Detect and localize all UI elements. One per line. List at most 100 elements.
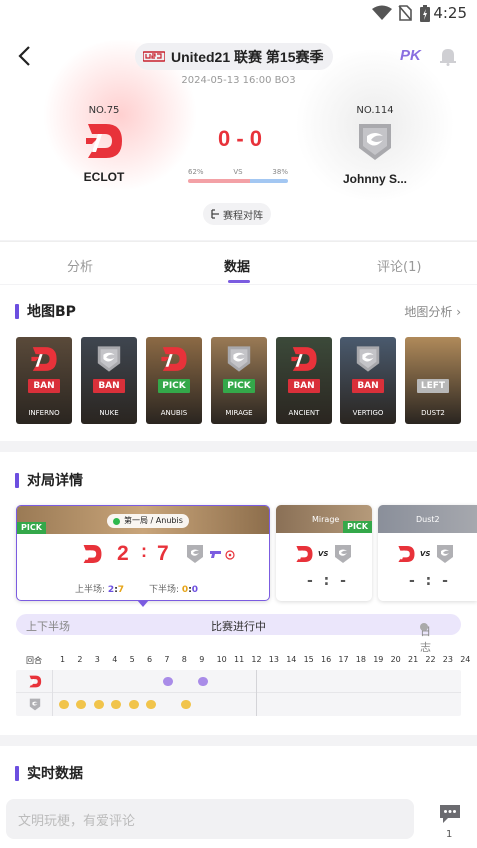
round-number: 5 (129, 655, 135, 664)
map-card-inferno[interactable]: BAN INFERNO (16, 337, 72, 424)
round-number: 10 (216, 655, 227, 664)
back-arrow-icon[interactable] (14, 44, 38, 68)
map-analysis-link[interactable]: 地图分析 › (404, 303, 461, 320)
johnny-speeds-logo-icon (359, 124, 391, 160)
pick-badge: PICK (343, 521, 372, 533)
map-action-badge: BAN (288, 379, 320, 393)
t-win-icon (111, 700, 122, 709)
round-number: 11 (234, 655, 245, 664)
round-number: 4 (112, 655, 118, 664)
vote-left-percent: 62% (188, 168, 204, 176)
comment-input[interactable]: 文明玩梗，有爱评论 (6, 799, 414, 839)
league-title[interactable]: United21 联赛 第15赛季 (135, 43, 334, 70)
map-name: VERTIGO (352, 409, 384, 417)
map-card-nuke[interactable]: BAN NUKE (81, 337, 137, 424)
round-number: 18 (355, 655, 366, 664)
pk-icon[interactable]: PK (400, 47, 421, 64)
comment-icon[interactable] (438, 803, 462, 825)
active-tab-indicator (228, 280, 250, 283)
t-win-icon (59, 700, 69, 709)
round-number: 3 (94, 655, 100, 664)
vote-vs: VS (233, 168, 243, 176)
round-number: 21 (408, 655, 419, 664)
team-b-name: Johnny S... (342, 172, 407, 186)
map-card-ancient[interactable]: BAN ANCIENT (276, 337, 332, 424)
round-number: 9 (199, 655, 205, 664)
round-number: 8 (181, 655, 187, 664)
map-name: DUST2 (421, 409, 445, 417)
game-2-label: Mirage (312, 515, 340, 524)
selected-pointer (137, 600, 149, 607)
eclot-logo-icon (29, 675, 42, 688)
match-score: 0 - 0 (217, 126, 263, 151)
map-card-mirage[interactable]: PICK MIRAGE (211, 337, 267, 424)
t-win-icon (128, 700, 139, 709)
battery-charging-icon (420, 5, 430, 22)
tab-data[interactable]: 数据 (224, 256, 250, 275)
johnny-speeds-logo-icon (97, 346, 121, 372)
sim-no-signal-icon (398, 5, 412, 21)
t-win-icon (93, 700, 104, 709)
map-action-badge: BAN (28, 379, 60, 393)
tab-analysis[interactable]: 分析 (67, 256, 93, 275)
team-a-name: ECLOT (83, 170, 125, 184)
round-history-grid (16, 670, 461, 716)
vs-label: VS (318, 550, 329, 558)
game-3-label: Dust2 (416, 515, 440, 524)
t-win-icon (180, 700, 191, 709)
round-number: 24 (460, 655, 471, 664)
map-name: MIRAGE (225, 409, 253, 417)
bell-icon[interactable] (438, 46, 458, 66)
match-datetime: 2024-05-13 16:00 BO3 (181, 75, 296, 86)
round-number: 15 (303, 655, 314, 664)
map-card-dust2[interactable]: LEFT DUST2 (405, 337, 461, 424)
ct-win-icon (163, 677, 174, 686)
johnny-speeds-logo-icon (227, 346, 251, 372)
map-action-badge: LEFT (417, 379, 449, 393)
live-dot (113, 517, 120, 525)
tab-comments[interactable]: 评论(1) (377, 256, 421, 275)
game-card-3[interactable]: Dust2 VS - : - (378, 505, 477, 601)
info-icon (420, 623, 428, 631)
round-number: 13 (268, 655, 279, 664)
johnny-speeds-logo-icon (187, 545, 203, 563)
eclot-logo-icon (83, 545, 102, 563)
t-win-icon (76, 700, 87, 709)
round-number: 2 (77, 655, 83, 664)
win-vote[interactable]: 62% VS 38% (188, 168, 288, 183)
round-number: 19 (373, 655, 384, 664)
game-1-score-a: 2 (117, 542, 129, 565)
round-number: 6 (147, 655, 153, 664)
map-action-badge: BAN (93, 379, 125, 393)
league-name: United21 联赛 第15赛季 (171, 48, 324, 65)
eclot-logo-icon (31, 347, 57, 371)
eclot-logo-icon (291, 347, 317, 371)
vote-bar-left (188, 179, 250, 183)
united21-logo-icon (143, 50, 165, 62)
team-a-rank: NO.75 (88, 105, 120, 116)
game-card-1[interactable]: PICK 第一局 / Anubis 2 : 7 上半场: 2:7 下半场: 0:… (16, 505, 270, 601)
game-1-label: 第一局 / Anubis (107, 514, 189, 528)
realtime-title: 实时数据 (15, 763, 83, 783)
vs-label: VS (420, 550, 431, 558)
half-toggle[interactable]: 上下半场 (26, 618, 70, 634)
team-b[interactable]: NO.114 Johnny S... (315, 105, 435, 186)
status-bar: 4:25 (0, 0, 477, 28)
ct-win-icon (198, 677, 209, 686)
eclot-logo-icon (86, 124, 122, 158)
game-card-2[interactable]: Mirage PICK VS - : - (276, 505, 372, 601)
schedule-bracket-button[interactable]: 赛程对阵 (203, 203, 271, 225)
bracket-icon (211, 209, 219, 219)
map-card-vertigo[interactable]: BAN VERTIGO (340, 337, 396, 424)
johnny-speeds-logo-icon (437, 545, 453, 563)
map-card-anubis[interactable]: PICK ANUBIS (146, 337, 202, 424)
clock: 4:25 (433, 4, 467, 22)
vote-bar (188, 179, 288, 183)
crosshair-icon (225, 550, 235, 560)
eclot-logo-icon (296, 545, 313, 563)
eclot-logo-icon (161, 347, 187, 371)
pick-badge: PICK (17, 522, 46, 534)
match-status: 比赛进行中 (211, 620, 266, 633)
team-a[interactable]: NO.75 ECLOT (44, 105, 164, 184)
map-name: ANUBIS (160, 409, 188, 417)
